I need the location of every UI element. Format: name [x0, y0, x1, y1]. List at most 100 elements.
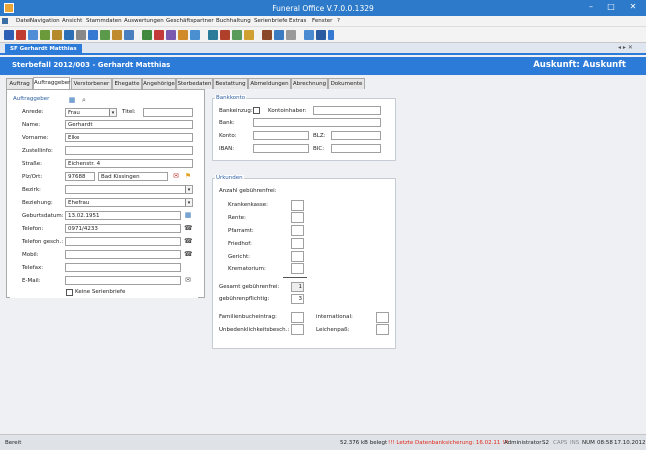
rente-field[interactable]	[291, 212, 304, 223]
krankenkasse-field[interactable]	[291, 200, 304, 211]
word-icon[interactable]	[64, 30, 74, 40]
list-icon[interactable]	[124, 30, 134, 40]
gericht-field[interactable]	[291, 251, 304, 262]
telefon-gesch-field[interactable]	[65, 237, 181, 246]
tab-auftraggeber[interactable]: Auftraggeber	[33, 77, 70, 89]
tab-angehoerige[interactable]: Angehörige	[142, 78, 176, 89]
menu-datei[interactable]: Datei	[16, 16, 31, 27]
menu-serienbriefe[interactable]: Serienbriefe	[254, 16, 288, 27]
leichenpass-field[interactable]	[376, 324, 389, 335]
strasse-field[interactable]: Eichenstr. 4	[65, 159, 193, 168]
contact-icon[interactable]	[142, 30, 152, 40]
contact-search-icon[interactable]: ⌕	[80, 96, 88, 104]
geburtsdatum-field[interactable]: 13.02.1951	[65, 211, 181, 220]
menu-help[interactable]: ?	[337, 16, 340, 27]
beziehung-select[interactable]: Ehefrau ▾	[65, 198, 193, 207]
krematorium-field[interactable]	[291, 263, 304, 274]
folder-icon[interactable]	[178, 30, 188, 40]
menu-geschaeftspartner[interactable]: Geschäftspartner	[166, 16, 214, 27]
blz-field[interactable]	[331, 131, 381, 140]
address-book-icon[interactable]: ▦	[68, 96, 76, 104]
phone-icon[interactable]: ☎	[184, 224, 193, 232]
familienbucheintrag-field[interactable]	[291, 312, 304, 323]
settings-icon[interactable]	[208, 30, 218, 40]
tab-verstorbener[interactable]: Verstorbener	[71, 78, 112, 89]
telefax-field[interactable]	[65, 263, 181, 272]
kontoinhaber-field[interactable]	[313, 106, 381, 115]
ort-field[interactable]: Bad Kissingen	[98, 172, 168, 181]
maximize-button[interactable]: □	[602, 1, 620, 13]
konto-field[interactable]	[253, 131, 309, 140]
iban-field[interactable]	[253, 144, 309, 153]
gebuehrenpflichtig-field[interactable]: 3	[291, 294, 304, 304]
toolbar-overflow-icon[interactable]	[88, 30, 98, 40]
titel-field[interactable]	[143, 108, 193, 117]
tab-ehegatte[interactable]: Ehegatte	[112, 78, 142, 89]
edit-icon[interactable]	[112, 30, 122, 40]
tab-bestattung[interactable]: Bestattung	[213, 78, 248, 89]
new-icon[interactable]	[40, 30, 50, 40]
chevron-down-icon[interactable]: ▾	[185, 186, 192, 193]
document-icon[interactable]	[166, 30, 176, 40]
pfarramt-field[interactable]	[291, 225, 304, 236]
toolbar-overflow-icon[interactable]	[328, 30, 334, 40]
menu-auswertungen[interactable]: Auswertungen	[124, 16, 164, 27]
bezirk-select[interactable]: ▾	[65, 185, 193, 194]
telefon-field[interactable]: 0971/4233	[65, 224, 181, 233]
tab-navigation-icons[interactable]: ◂ ▸ ✕	[618, 44, 633, 51]
chevron-down-icon[interactable]: ▾	[109, 109, 116, 116]
tab-abmeldungen[interactable]: Abmeldungen	[248, 78, 291, 89]
mail-icon[interactable]: ✉	[184, 276, 192, 284]
mail-icon[interactable]	[190, 30, 200, 40]
open-icon[interactable]	[52, 30, 62, 40]
delete-icon[interactable]	[16, 30, 26, 40]
report-icon[interactable]	[100, 30, 110, 40]
tab-auftrag[interactable]: Auftrag	[6, 78, 33, 89]
money-icon[interactable]	[232, 30, 242, 40]
unbedenklichkeit-field[interactable]	[291, 324, 304, 335]
international-field[interactable]	[376, 312, 389, 323]
help-icon[interactable]	[316, 30, 326, 40]
anrede-select[interactable]: Frau ▾	[65, 108, 117, 117]
vorname-field[interactable]: Elke	[65, 133, 193, 142]
key-icon[interactable]	[244, 30, 254, 40]
refresh-icon[interactable]	[304, 30, 314, 40]
mobil-field[interactable]	[65, 250, 181, 259]
search-icon[interactable]	[274, 30, 284, 40]
plz-field[interactable]: 97688	[65, 172, 95, 181]
calendar-icon[interactable]	[154, 30, 164, 40]
chart-icon[interactable]	[220, 30, 230, 40]
zustellinfo-field[interactable]	[65, 146, 193, 155]
keine-serienbriefe-checkbox[interactable]	[66, 289, 73, 296]
menu-buchhaltung[interactable]: Buchhaltung	[216, 16, 251, 27]
document-tab-gerhardt[interactable]: SF Gerhardt Matthias	[5, 44, 82, 55]
map-icon[interactable]: ✉	[172, 172, 180, 180]
menu-stammdaten[interactable]: Stammdaten	[86, 16, 122, 27]
menu-ansicht[interactable]: Ansicht	[62, 16, 82, 27]
tools-icon[interactable]	[286, 30, 296, 40]
tab-abrechnung[interactable]: Abrechnung	[291, 78, 328, 89]
menu-extras[interactable]: Extras	[289, 16, 306, 27]
print-icon[interactable]	[28, 30, 38, 40]
bankeinzug-checkbox[interactable]	[253, 107, 260, 114]
bank-field[interactable]	[253, 118, 381, 127]
name-field[interactable]: Gerhardt	[65, 120, 193, 129]
menu-fenster[interactable]: Fenster	[312, 16, 332, 27]
tab-sterbedaten[interactable]: Sterbedaten	[176, 78, 213, 89]
copy-icon[interactable]	[76, 30, 86, 40]
minimize-button[interactable]: –	[582, 1, 600, 13]
email-field[interactable]	[65, 276, 181, 285]
save-icon[interactable]	[4, 30, 14, 40]
phone-icon[interactable]: ☎	[184, 237, 193, 245]
close-button[interactable]: ✕	[622, 1, 644, 13]
phone-icon[interactable]: ☎	[184, 250, 193, 258]
tab-dokumente[interactable]: Dokumente	[328, 78, 365, 89]
menu-navigation[interactable]: Navigation	[30, 16, 60, 27]
calendar-icon[interactable]: ▦	[184, 211, 192, 219]
bic-field[interactable]	[331, 144, 381, 153]
friedhof-field[interactable]	[291, 238, 304, 249]
chevron-down-icon[interactable]: ▾	[185, 199, 192, 206]
menu-icon[interactable]	[0, 16, 10, 26]
archive-icon[interactable]	[262, 30, 272, 40]
location-icon[interactable]: ⚑	[184, 172, 192, 180]
